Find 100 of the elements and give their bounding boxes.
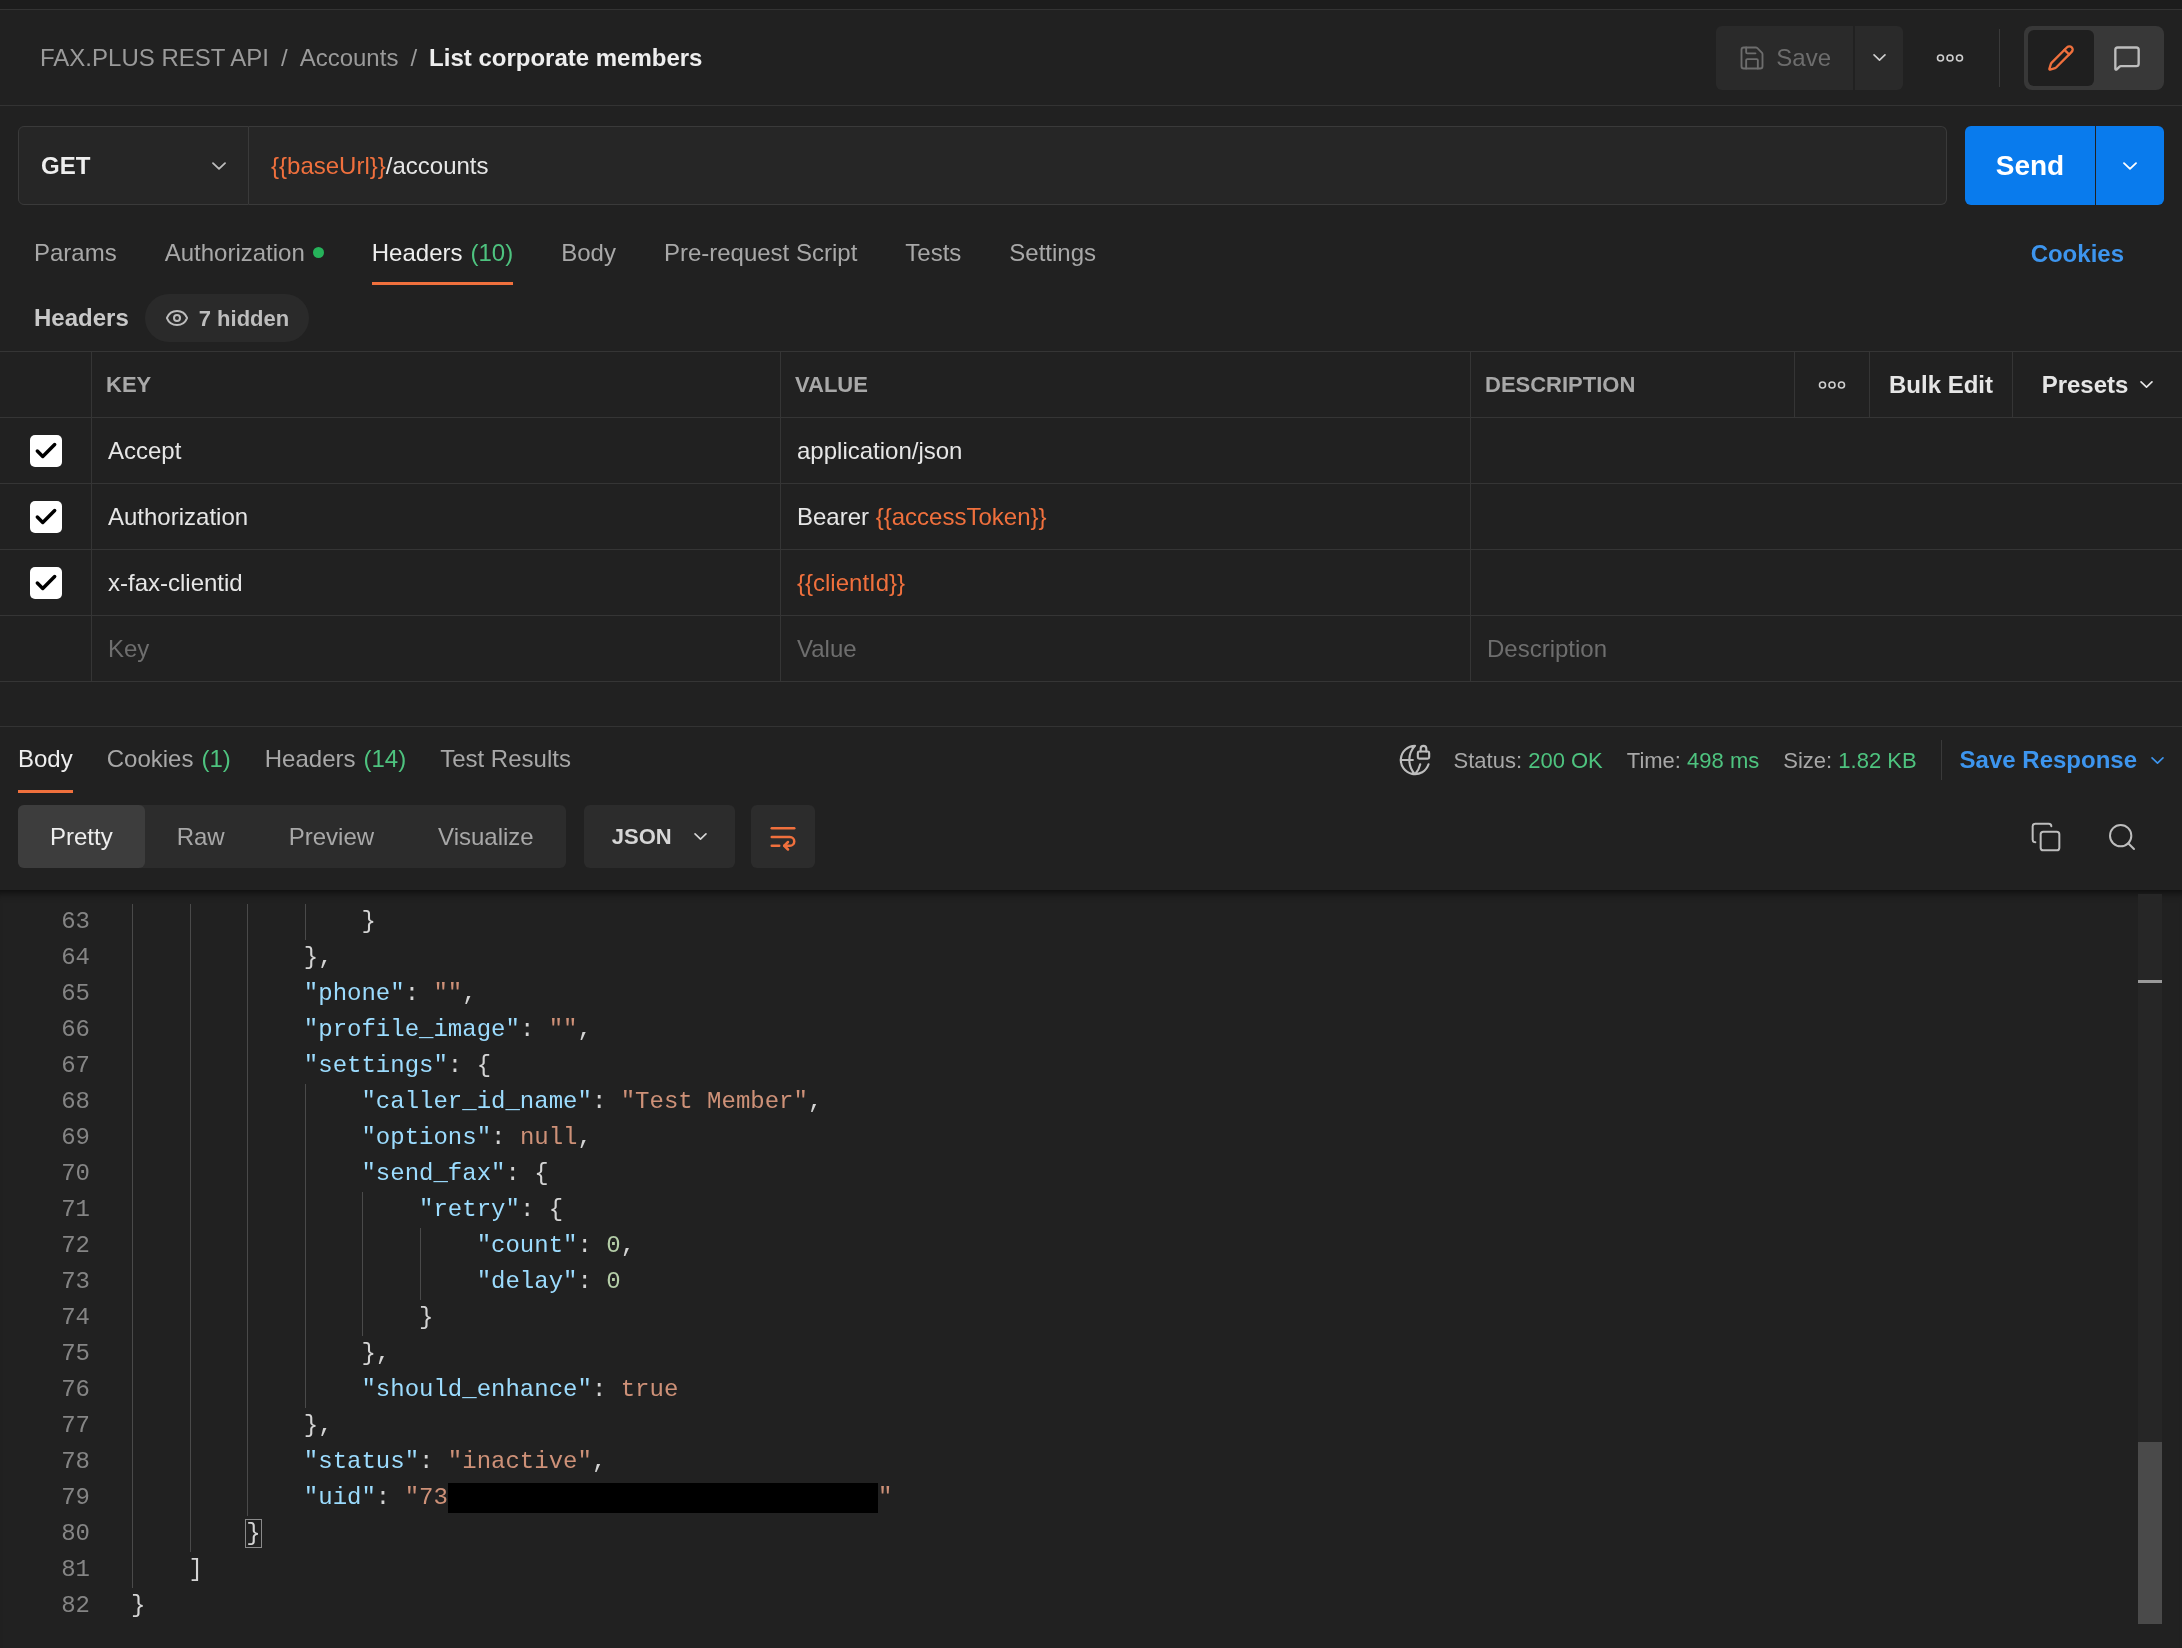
- chevron-down-icon: [693, 833, 707, 840]
- code-line: },: [302, 943, 333, 973]
- save-response-button[interactable]: Save Response: [1959, 742, 2164, 778]
- line-number: 73: [60, 1267, 90, 1297]
- chevron-down-icon: [1872, 54, 1886, 61]
- code-line: "retry": {: [418, 1195, 564, 1225]
- row-checkbox[interactable]: [29, 500, 62, 533]
- code-line: "uid": "73 ": [302, 1482, 893, 1515]
- copy-icon: [2030, 820, 2062, 853]
- code-line: "status": "inactive",: [302, 1447, 607, 1477]
- code-line: "phone": "",: [302, 979, 477, 1009]
- line-number: 72: [60, 1231, 90, 1261]
- view-mode-tab[interactable]: Preview: [256, 805, 407, 868]
- overview-ruler-mark: [2138, 980, 2162, 983]
- line-number: 64: [60, 943, 90, 973]
- description-input[interactable]: Description: [1471, 616, 2182, 682]
- view-mode-tab[interactable]: Visualize: [406, 805, 566, 868]
- request-tab[interactable]: Tests: [905, 223, 962, 285]
- view-mode-tab[interactable]: Raw: [144, 805, 257, 868]
- request-title: List corporate members: [429, 42, 703, 73]
- code-line: "send_fax": {: [360, 1159, 549, 1189]
- request-tab[interactable]: Pre-request Script: [663, 223, 858, 285]
- request-tab[interactable]: Headers (10): [371, 223, 514, 285]
- line-number: 77: [60, 1411, 90, 1441]
- code-line: "should_enhance": true: [360, 1375, 679, 1405]
- breadcrumb-link[interactable]: Accounts: [299, 39, 399, 76]
- line-number: 74: [60, 1303, 90, 1333]
- table-cell: Accept: [92, 418, 781, 484]
- pencil-icon: [2047, 43, 2075, 72]
- more-icon: [1936, 52, 1964, 63]
- code-line: }: [131, 1591, 146, 1621]
- line-number: 71: [60, 1195, 90, 1225]
- column-header: VALUE: [781, 352, 1471, 418]
- section-title: Headers: [34, 303, 129, 333]
- request-tab[interactable]: Settings: [1009, 223, 1097, 285]
- row-checkbox[interactable]: [29, 566, 62, 599]
- request-tab[interactable]: Body: [561, 223, 616, 285]
- table-cell: Bearer {{accessToken}}: [781, 484, 1471, 550]
- code-line: "delay": 0: [475, 1267, 621, 1297]
- code-line: "caller_id_name": "Test Member",: [360, 1087, 823, 1117]
- format-select[interactable]: JSON: [583, 805, 735, 868]
- bulk-edit-button[interactable]: Bulk Edit: [1870, 352, 2013, 418]
- chevron-down-icon: [212, 161, 226, 170]
- line-number: 79: [60, 1483, 90, 1513]
- code-line: "options": null,: [360, 1123, 592, 1153]
- view-mode-tab[interactable]: Pretty: [18, 805, 145, 868]
- code-line: ]: [187, 1555, 203, 1585]
- send-button[interactable]: Send: [1965, 126, 2095, 205]
- row-checkbox[interactable]: [29, 434, 62, 467]
- code-line: },: [302, 1411, 333, 1441]
- presets-button[interactable]: Presets: [2013, 352, 2182, 418]
- table-cell: {{clientId}}: [781, 550, 1471, 616]
- response-stat: Status: 200 OK: [1453, 746, 1603, 775]
- table-cell: x-fax-clientid: [92, 550, 781, 616]
- line-number: 68: [60, 1087, 90, 1117]
- table-cell: Authorization: [92, 484, 781, 550]
- line-number: 69: [60, 1123, 90, 1153]
- cookies-link[interactable]: Cookies: [2030, 223, 2148, 285]
- line-number: 75: [60, 1339, 90, 1369]
- method-select[interactable]: GET: [18, 126, 249, 205]
- value-input[interactable]: Value: [781, 616, 1471, 682]
- breadcrumb-separator: /: [281, 42, 288, 73]
- breadcrumb-separator: /: [410, 42, 418, 73]
- code-line: }: [245, 1519, 261, 1549]
- line-number: 70: [60, 1159, 90, 1189]
- code-line: "settings": {: [302, 1051, 492, 1081]
- code-line: }: [360, 907, 376, 937]
- line-number: 80: [60, 1519, 90, 1549]
- request-tab[interactable]: Authorization: [164, 223, 324, 285]
- more-icon: [1818, 379, 1846, 390]
- column-header: KEY: [92, 352, 781, 418]
- wrap-button[interactable]: [750, 805, 815, 868]
- table-cell: application/json: [781, 418, 1471, 484]
- response-tab[interactable]: Headers (14): [264, 727, 407, 793]
- url-field[interactable]: {{baseUrl}}/accounts: [249, 126, 1947, 205]
- key-input[interactable]: Key: [92, 616, 781, 682]
- code-line: "profile_image": "",: [302, 1015, 592, 1045]
- line-number: 65: [60, 979, 90, 1009]
- edit-mode-button[interactable]: [2028, 29, 2094, 86]
- breadcrumb-link[interactable]: FAX.PLUS REST API: [40, 39, 269, 76]
- request-tab[interactable]: Params: [34, 223, 117, 285]
- chevron-down-icon: [2123, 161, 2137, 170]
- code-line: },: [360, 1339, 391, 1369]
- comment-icon: [2113, 43, 2141, 72]
- globe-lock-icon: [1397, 743, 1432, 777]
- response-tab[interactable]: Body: [18, 727, 73, 793]
- line-number: 67: [60, 1051, 90, 1081]
- hidden-headers-toggle[interactable]: 7 hidden: [144, 294, 310, 342]
- response-tab[interactable]: Cookies (1): [106, 727, 231, 793]
- line-number: 63: [60, 907, 90, 937]
- response-stat: Time: 498 ms: [1626, 746, 1760, 775]
- chevron-down-icon: [2151, 756, 2164, 764]
- line-number: 82: [60, 1591, 90, 1621]
- line-number: 76: [60, 1375, 90, 1405]
- code-line: }: [418, 1303, 434, 1333]
- response-tab[interactable]: Test Results: [440, 727, 571, 793]
- line-number: 81: [60, 1555, 90, 1585]
- column-header: DESCRIPTION: [1471, 352, 1795, 418]
- line-number: 66: [60, 1015, 90, 1045]
- chevron-down-icon: [2140, 381, 2154, 388]
